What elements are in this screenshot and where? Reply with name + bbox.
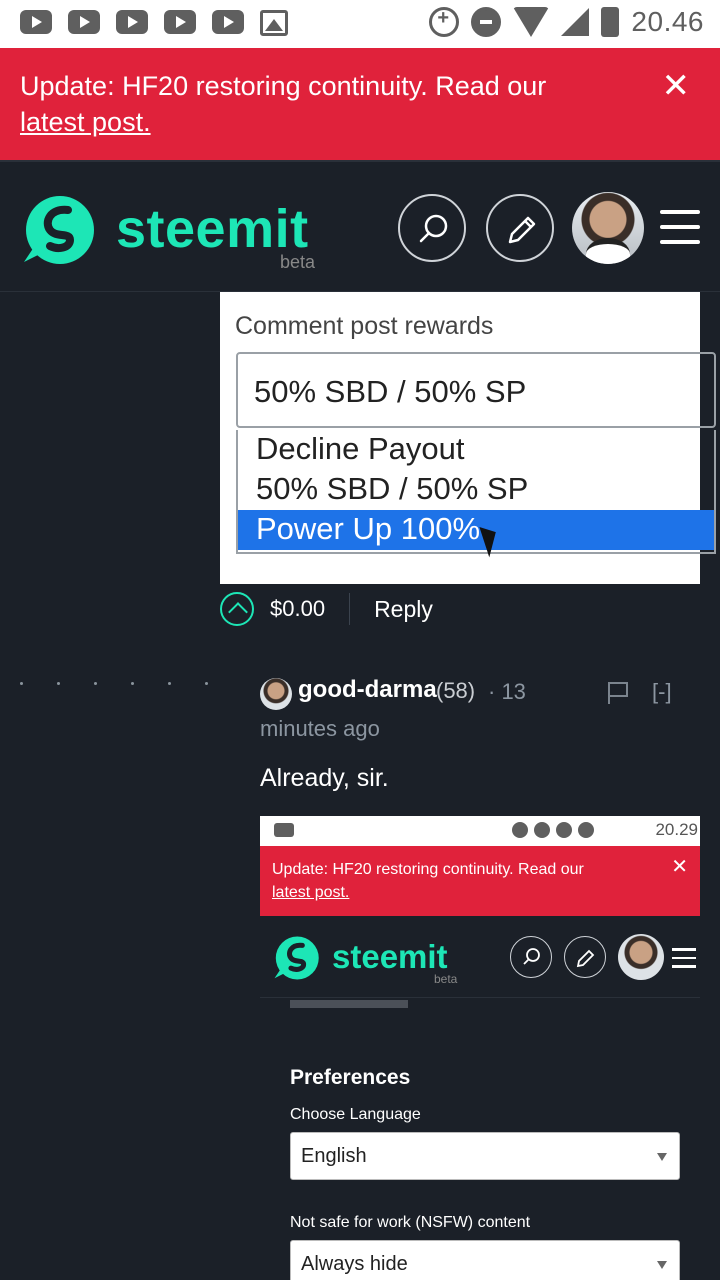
beta-label: beta	[280, 252, 316, 272]
youtube-notification-icon	[274, 823, 294, 837]
language-value: English	[301, 1145, 367, 1167]
steemit-logo-icon[interactable]	[20, 192, 96, 268]
pencil-icon	[508, 216, 536, 244]
embedded-latest-post-link: latest post.	[272, 884, 350, 901]
embedded-status-time: 20.29	[655, 820, 698, 839]
post-image-rewards-dropdown: Comment post rewards 50% SBD / 50% SP De…	[220, 292, 716, 584]
preferences-title: Preferences	[290, 1066, 411, 1089]
image-notification-icon	[260, 10, 288, 36]
payout-amount[interactable]: $0.00	[270, 596, 325, 622]
avatar	[618, 934, 664, 980]
language-select: English	[290, 1132, 680, 1180]
cell-signal-icon	[578, 822, 594, 838]
do-not-disturb-icon	[534, 822, 550, 838]
embedded-banner-text: Update: HF20 restoring continuity. Read …	[272, 861, 584, 878]
youtube-notification-icon	[116, 10, 148, 34]
author-reputation: (58)	[436, 678, 476, 703]
cell-signal-icon	[561, 8, 590, 36]
upvote-icon[interactable]	[220, 592, 254, 626]
youtube-notification-icon	[164, 10, 196, 34]
wifi-icon	[513, 7, 550, 37]
embedded-status-bar: 20.29	[260, 816, 700, 846]
site-header: steemit beta	[0, 160, 720, 292]
language-label: Choose Language	[290, 1106, 421, 1123]
wifi-icon	[556, 822, 572, 838]
author-name[interactable]: good-darma	[298, 676, 437, 704]
search-icon	[419, 214, 448, 243]
close-icon[interactable]: ✕	[662, 66, 691, 106]
nsfw-value: Always hide	[301, 1253, 408, 1275]
thread-depth-dots	[20, 682, 208, 685]
close-icon: ✕	[671, 856, 688, 878]
data-saver-icon	[512, 822, 528, 838]
latest-post-link[interactable]: latest post.	[20, 107, 151, 137]
vote-row: $0.00 Reply	[220, 592, 433, 626]
battery-charging-icon	[601, 7, 620, 37]
rewards-option: Decline Payout	[256, 431, 465, 466]
nsfw-label: Not safe for work (NSFW) content	[290, 1214, 531, 1231]
youtube-notification-icon	[68, 10, 100, 34]
comment-body: Already, sir.	[260, 764, 389, 792]
update-banner: Update: HF20 restoring continuity. Read …	[0, 48, 720, 160]
menu-icon[interactable]	[660, 210, 700, 244]
chevron-down-icon	[657, 1261, 667, 1269]
chevron-down-icon	[657, 1153, 667, 1161]
embedded-banner: Update: HF20 restoring continuity. Read …	[260, 846, 700, 916]
comment-image-screenshot: 20.29 Update: HF20 restoring continuity.…	[260, 816, 700, 1280]
data-saver-icon	[429, 7, 460, 37]
search-button[interactable]	[398, 194, 466, 262]
status-time: 20.46	[631, 6, 704, 37]
comment-author-row: good-darma (58) · 13 [-]	[260, 676, 700, 712]
rewards-select: 50% SBD / 50% SP	[236, 352, 716, 428]
divider	[290, 1000, 408, 1008]
banner-text: Update: HF20 restoring continuity. Read …	[20, 71, 547, 101]
embedded-beta-label: beta	[434, 972, 458, 986]
divider	[349, 593, 351, 625]
rewards-label: Comment post rewards	[235, 312, 494, 340]
author-avatar[interactable]	[260, 678, 292, 710]
rewards-options-list: Decline Payout 50% SBD / 50% SP Power Up…	[236, 430, 716, 554]
flag-icon[interactable]	[608, 682, 628, 704]
embedded-logo-text: steemit	[332, 938, 448, 975]
pencil-icon	[564, 936, 606, 978]
nsfw-select: Always hide	[290, 1240, 680, 1280]
rewards-select-value: 50% SBD / 50% SP	[254, 374, 527, 409]
rewards-option-highlighted: Power Up 100%	[238, 510, 714, 550]
write-post-button[interactable]	[486, 194, 554, 262]
user-avatar[interactable]	[572, 192, 644, 264]
rewards-option: 50% SBD / 50% SP	[256, 471, 529, 506]
youtube-notification-icon	[20, 10, 52, 34]
comment-time[interactable]: · 13	[488, 679, 526, 705]
status-bar: 20.46	[0, 0, 720, 48]
collapse-toggle[interactable]: [-]	[652, 679, 672, 705]
reply-link[interactable]: Reply	[374, 596, 433, 623]
comment-time-continued[interactable]: minutes ago	[260, 716, 380, 742]
search-icon	[510, 936, 552, 978]
steemit-logo-text[interactable]: steemit	[116, 198, 309, 260]
youtube-notification-icon	[212, 10, 244, 34]
do-not-disturb-icon	[471, 7, 502, 37]
embedded-header: steemit beta	[260, 916, 700, 998]
menu-icon	[672, 948, 696, 974]
steemit-logo-icon	[274, 936, 319, 980]
